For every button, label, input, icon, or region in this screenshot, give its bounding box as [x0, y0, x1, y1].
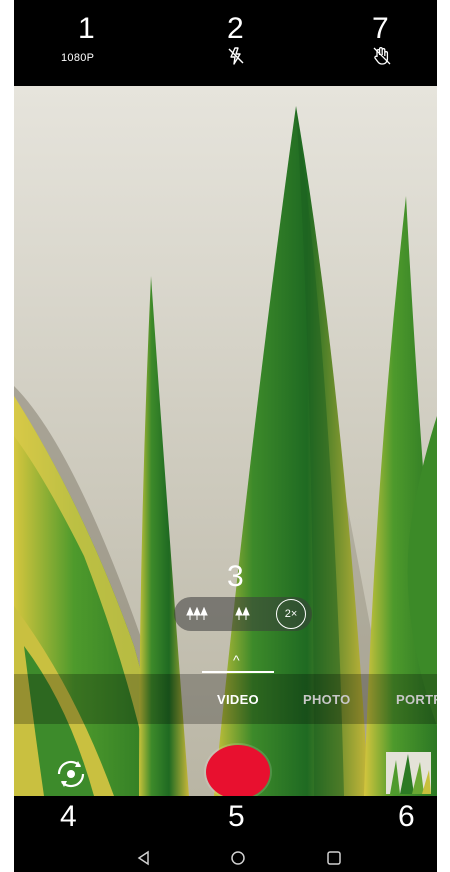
flash-off-icon[interactable] — [226, 46, 246, 71]
gesture-off-icon[interactable] — [371, 45, 393, 72]
two-trees-icon — [235, 607, 250, 620]
zoom-selector: 2× — [174, 597, 312, 631]
switch-camera-icon[interactable] — [54, 757, 88, 796]
zoom-wide-button[interactable] — [182, 599, 212, 629]
marker-zoom: 3 — [227, 560, 244, 593]
marker-gallery: 6 — [398, 800, 415, 833]
top-toolbar: 1 1080P 2 7 — [14, 0, 437, 86]
mode-photo[interactable]: PHOTO — [303, 692, 351, 707]
bottom-bar: 4 5 6 — [14, 796, 437, 872]
zoom-normal-button[interactable] — [228, 599, 258, 629]
gallery-thumbnail[interactable] — [386, 752, 431, 794]
mode-indicator — [202, 671, 274, 673]
marker-switch: 4 — [60, 800, 77, 833]
thumbnail-image — [386, 752, 431, 794]
mode-portrait[interactable]: PORTRA — [396, 692, 437, 707]
resolution-button[interactable]: 1080P — [61, 52, 94, 64]
record-button[interactable] — [206, 745, 270, 799]
marker-resolution: 1 — [78, 12, 95, 45]
marker-flash: 2 — [227, 12, 244, 45]
zoom-2x-button[interactable]: 2× — [276, 599, 306, 629]
three-trees-icon — [186, 607, 208, 620]
marker-shutter: 5 — [228, 800, 245, 833]
camera-screen: 1 1080P 2 7 3 2× ^ VIDEO PHOTO PORT 4 5 … — [14, 0, 437, 872]
nav-recents-icon[interactable] — [326, 850, 342, 871]
marker-gesture: 7 — [372, 12, 389, 45]
mode-video[interactable]: VIDEO — [217, 692, 259, 707]
nav-home-icon[interactable] — [230, 850, 246, 871]
nav-back-icon[interactable] — [136, 850, 152, 871]
chevron-up-icon[interactable]: ^ — [233, 652, 240, 668]
